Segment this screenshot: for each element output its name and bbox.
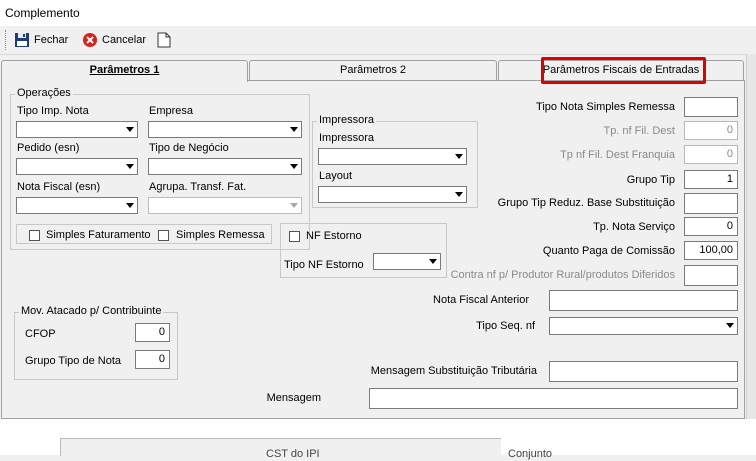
toolbar: Fechar Cancelar (0, 26, 756, 55)
nota-fiscal-label: Nota Fiscal (esn) (17, 181, 101, 193)
mensagem-subst-label: Mensagem Substituição Tributária (370, 365, 537, 377)
chevron-down-icon (122, 159, 137, 174)
tab-parametros-1[interactable]: Parâmetros 1 (1, 60, 248, 82)
quanto-paga-label: Quanto Paga de Comissão (542, 245, 675, 257)
quanto-paga-input[interactable]: 100,00 (684, 241, 738, 260)
contra-nf-input[interactable] (684, 265, 738, 286)
close-button[interactable]: Fechar (14, 30, 68, 50)
tab-parametros-2-label: Parâmetros 2 (339, 64, 407, 76)
tipo-nf-estorno-select[interactable] (373, 253, 441, 270)
tp-nota-servico-input[interactable]: 0 (684, 217, 738, 236)
mensagem-subst-input[interactable] (549, 361, 738, 382)
chevron-down-icon (286, 159, 301, 174)
tp-nf-fil-dest-input[interactable]: 0 (684, 121, 738, 140)
save-icon (15, 33, 29, 47)
tipo-nota-simples-input[interactable] (684, 97, 738, 117)
tp-nf-fil-dest-label: Tp. nf Fil. Dest (603, 125, 675, 137)
nf-estorno-label: NF Estorno (306, 230, 362, 242)
tab-parametros-1-label: Parâmetros 1 (89, 64, 160, 76)
agrupa-label: Agrupa. Transf. Fat. (149, 181, 247, 193)
close-button-label: Fechar (34, 34, 69, 46)
tipo-nota-simples-label: Tipo Nota Simples Remessa (536, 101, 675, 113)
impressora-select[interactable] (318, 148, 467, 165)
empresa-label: Empresa (149, 105, 194, 117)
grupo-tip-label: Grupo Tip (626, 174, 675, 186)
chevron-down-icon (122, 122, 137, 137)
grupo-tip-reduz-input[interactable] (684, 193, 738, 214)
window-scrollbar[interactable] (746, 54, 756, 419)
cfop-input[interactable]: 0 (135, 323, 170, 342)
tipo-seq-nf-select[interactable] (549, 317, 738, 335)
mensagem-input[interactable] (369, 388, 738, 409)
cancel-button[interactable]: Cancelar (82, 30, 146, 50)
nota-fiscal-anterior-label: Nota Fiscal Anterior (433, 294, 529, 306)
grupo-tipo-nota-input[interactable]: 0 (135, 350, 170, 369)
tipo-seq-nf-label: Tipo Seq. nf (476, 320, 535, 332)
mensagem-label: Mensagem (266, 392, 321, 404)
cancel-icon (83, 33, 97, 47)
tp-nf-fil-franquia-input[interactable]: 0 (684, 145, 738, 164)
pedido-select[interactable] (16, 158, 138, 175)
window-title: Complemento (5, 6, 80, 20)
grupo-tip-reduz-label: Grupo Tip Reduz. Base Substituição (497, 197, 675, 209)
grupo-tipo-nota-label: Grupo Tipo de Nota (25, 355, 122, 367)
tipo-imp-nota-select[interactable] (16, 121, 138, 138)
tp-nf-fil-franquia-label: Tp nf Fil. Dest Franquia (560, 149, 675, 161)
new-document-button[interactable] (157, 30, 171, 50)
agrupa-select[interactable] (148, 197, 302, 214)
window-titlebar: Complemento (0, 0, 756, 26)
empresa-select[interactable] (148, 121, 302, 138)
cfop-label: CFOP (25, 328, 56, 340)
operacoes-caption: Operações (15, 87, 73, 100)
contra-nf-label: Contra nf p/ Produtor Rural/produtos Dif… (450, 269, 675, 281)
tipo-negocio-select[interactable] (148, 158, 302, 175)
impressora-label: Impressora (319, 132, 375, 144)
chevron-down-icon (286, 122, 301, 137)
nf-estorno-checkbox[interactable] (289, 231, 300, 242)
chevron-down-icon (425, 254, 440, 269)
simples-remessa-checkbox[interactable] (158, 230, 169, 241)
chevron-down-icon (722, 318, 737, 333)
nota-fiscal-select[interactable] (16, 197, 138, 214)
pedido-label: Pedido (esn) (17, 142, 80, 154)
tab-parametros-2[interactable]: Parâmetros 2 (249, 60, 497, 81)
tp-nota-servico-label: Tp. Nota Serviço (593, 221, 675, 233)
tipo-negocio-label: Tipo de Negócio (149, 142, 229, 154)
tipo-nf-estorno-label: Tipo NF Estorno (284, 259, 364, 271)
simples-remessa-label: Simples Remessa (176, 229, 265, 241)
layout-select[interactable] (318, 186, 467, 203)
simples-faturamento-checkbox[interactable] (29, 230, 40, 241)
document-icon (157, 32, 171, 48)
mov-atacado-caption: Mov. Atacado p/ Contribuinte (19, 305, 164, 318)
chevron-down-icon (451, 149, 466, 164)
simples-faturamento-label: Simples Faturamento (46, 229, 151, 241)
toolbar-grip (5, 30, 9, 50)
chevron-down-icon (286, 198, 301, 213)
layout-label: Layout (319, 170, 353, 182)
impressora-caption: Impressora (317, 114, 377, 127)
grupo-tip-input[interactable]: 1 (684, 170, 738, 189)
cancel-button-label: Cancelar (102, 34, 147, 46)
chevron-down-icon (122, 198, 137, 213)
nota-fiscal-anterior-input[interactable] (549, 290, 738, 311)
tipo-imp-nota-label: Tipo Imp. Nota (17, 105, 89, 117)
highlight-box (541, 57, 706, 84)
chevron-down-icon (451, 187, 466, 202)
